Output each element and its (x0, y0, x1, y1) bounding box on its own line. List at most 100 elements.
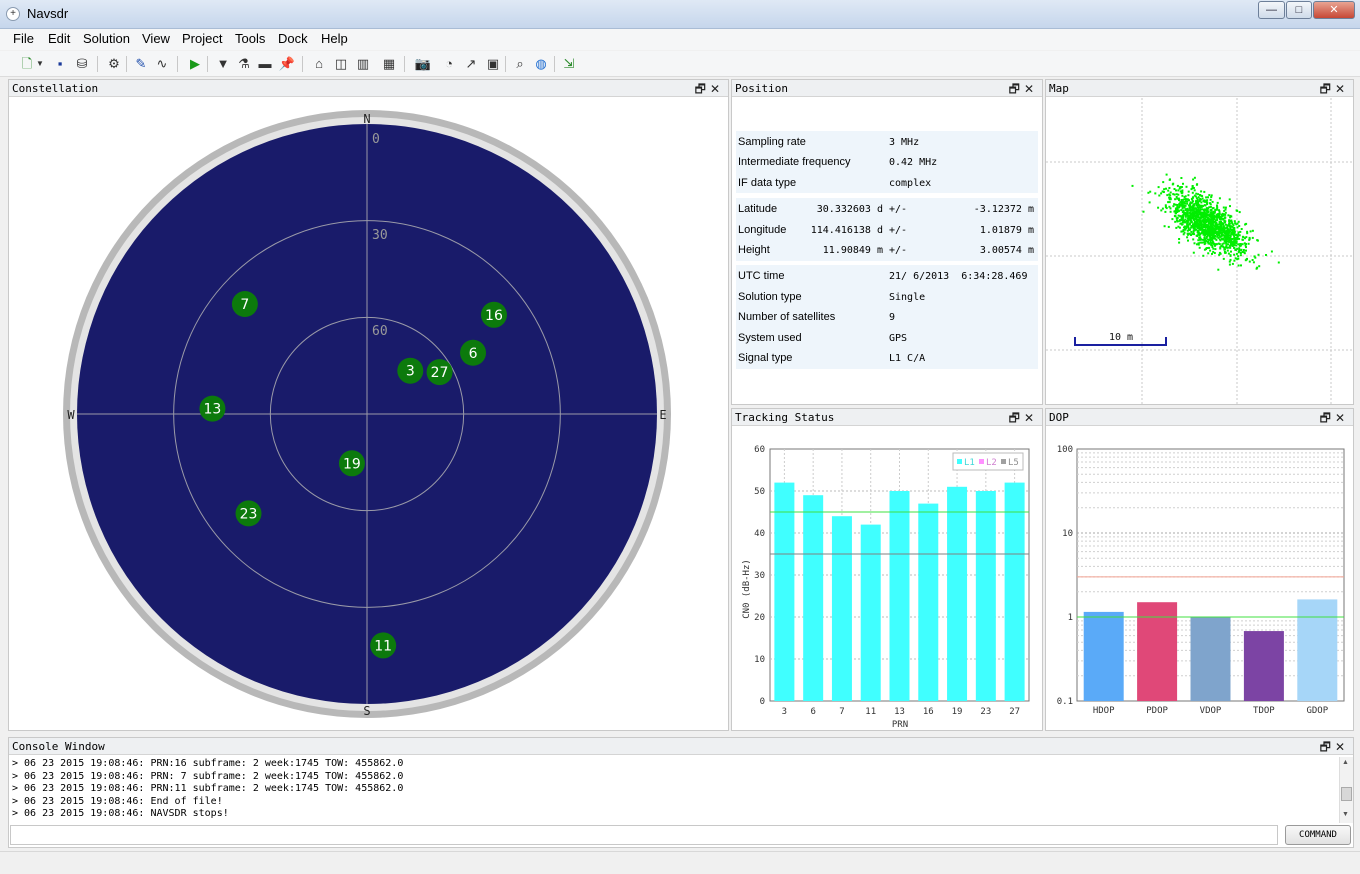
menu-file[interactable]: File (13, 31, 34, 46)
satellite-prn: 11 (374, 638, 392, 654)
flask-icon[interactable]: ⚗ (235, 55, 253, 73)
x-tick-label: 16 (923, 707, 934, 717)
float-icon[interactable]: 🗗 (1009, 82, 1024, 96)
satellite-marker[interactable]: 13 (199, 395, 226, 422)
database-icon[interactable]: ⛁ (73, 55, 91, 73)
scale-label: 10 m (1109, 332, 1133, 343)
satellite-marker[interactable]: 11 (370, 632, 397, 659)
camera-icon[interactable]: 📷 (414, 55, 432, 73)
settings-icon[interactable]: ⚙ (105, 55, 123, 73)
layout-icon[interactable]: ◫ (332, 55, 350, 73)
grid-icon[interactable]: ▦ (380, 55, 398, 73)
close-icon[interactable]: ✕ (1024, 411, 1038, 425)
cn0-bar (774, 482, 795, 701)
satellite-marker[interactable]: 27 (426, 359, 453, 386)
dop-bar (1297, 599, 1338, 701)
home-icon[interactable]: ⌂ (310, 55, 328, 73)
x-tick-label: 23 (980, 707, 991, 717)
search-icon[interactable]: ⌕ (511, 55, 529, 73)
close-icon[interactable]: ✕ (1335, 82, 1349, 96)
float-icon[interactable]: 🗗 (1320, 82, 1335, 96)
panel-title: Map (1049, 82, 1069, 95)
split-icon[interactable]: ▥ (354, 55, 372, 73)
dop-bar (1083, 611, 1124, 701)
console-line: > 06 23 2015 19:08:46: PRN: 7 subframe: … (12, 770, 404, 782)
sky-plot: 7 16 6 27 3 13 19 23 11 N S E W 0 30 60 (63, 110, 671, 718)
cn0-bar (918, 503, 939, 701)
chart-axis-icon[interactable]: ↗ (462, 55, 480, 73)
pin-icon[interactable]: 📌 (278, 55, 296, 73)
export-icon[interactable]: ⇲ (560, 55, 578, 73)
x-tick-label: PDOP (1146, 706, 1168, 716)
close-icon[interactable]: ✕ (1335, 411, 1349, 425)
menu-view[interactable]: View (142, 31, 170, 46)
direction-n: N (363, 112, 370, 126)
table-row: Longitude 114.416138 d +/- 1.01879 m (738, 224, 1034, 236)
direction-e: E (659, 408, 666, 422)
satellite-prn: 27 (431, 365, 449, 381)
dial-icon[interactable]: ◔ (440, 55, 458, 73)
maximize-button[interactable]: □ (1286, 1, 1312, 19)
cn0-bar (803, 495, 824, 701)
table-row: Sampling rate 3 MHz (738, 136, 920, 148)
console-scrollbar[interactable]: ▲ ▼ (1339, 757, 1353, 823)
new-file-icon[interactable]: 🗋 (18, 55, 36, 73)
y-tick-label: 30 (754, 571, 765, 581)
float-icon[interactable]: 🗗 (1320, 740, 1335, 754)
x-axis-label: PRN (892, 720, 908, 730)
satellite-marker[interactable]: 7 (231, 291, 258, 318)
play-icon[interactable]: ▶ (186, 55, 204, 73)
globe-icon[interactable]: ◍ (532, 55, 550, 73)
ruler-icon[interactable]: ▬ (256, 55, 274, 73)
status-bar (0, 851, 1360, 874)
save-icon[interactable]: ▪ (51, 55, 69, 73)
scrollbar-thumb[interactable] (1341, 787, 1352, 801)
minimize-button[interactable]: — (1258, 1, 1285, 19)
close-icon[interactable]: ✕ (710, 82, 724, 96)
map-icon[interactable]: ▣ (484, 55, 502, 73)
close-window-button[interactable]: ✕ (1313, 1, 1355, 19)
window-title: Navsdr (27, 6, 69, 21)
menu-dock[interactable]: Dock (278, 31, 308, 46)
command-input[interactable] (10, 825, 1278, 845)
dop-chart: 0.1 1 10 100 HDOP PDOP VDOP TDOP GDOP (1057, 445, 1345, 716)
satellite-marker[interactable]: 3 (397, 357, 424, 384)
satellite-prn: 13 (204, 402, 222, 418)
console-panel: Console Window 🗗✕ > 06 23 2015 19:08:46:… (8, 737, 1354, 848)
satellite-marker[interactable]: 19 (338, 450, 365, 477)
menu-solution[interactable]: Solution (83, 31, 130, 46)
x-tick-label: 7 (839, 707, 844, 717)
float-icon[interactable]: 🗗 (695, 82, 710, 96)
menu-tools[interactable]: Tools (235, 31, 265, 46)
float-icon[interactable]: 🗗 (1320, 411, 1335, 425)
command-button[interactable]: COMMAND (1285, 825, 1351, 845)
menu-edit[interactable]: Edit (48, 31, 70, 46)
pen-icon[interactable]: ✎ (132, 55, 150, 73)
close-icon[interactable]: ✕ (1335, 740, 1349, 754)
satellite-marker[interactable]: 23 (235, 500, 262, 527)
x-tick-label: 6 (810, 707, 815, 717)
dropdown-icon[interactable]: ▼ (35, 55, 45, 73)
panel-title: Constellation (12, 82, 99, 95)
filter-icon[interactable]: ▼ (214, 55, 232, 73)
satellite-marker[interactable]: 6 (460, 339, 487, 366)
map-panel: Map 🗗✕ 10 m (1045, 79, 1354, 405)
table-row: Signal type L1 C/A (738, 352, 926, 364)
close-icon[interactable]: ✕ (1024, 82, 1038, 96)
cn0-legend: L1 L2 L5 (952, 452, 1024, 471)
x-tick-label: VDOP (1200, 706, 1222, 716)
cn0-bar (860, 524, 881, 701)
menu-help[interactable]: Help (321, 31, 348, 46)
table-row: Latitude 30.332603 d +/- -3.12372 m (738, 203, 1034, 215)
menu-project[interactable]: Project (182, 31, 222, 46)
cn0-bar (947, 486, 968, 701)
wave-icon[interactable]: ∿ (153, 55, 171, 73)
satellite-marker[interactable]: 16 (480, 301, 507, 328)
table-row: Height 11.90849 m +/- 3.00574 m (738, 244, 1034, 256)
elevation-label: 60 (372, 324, 388, 339)
float-icon[interactable]: 🗗 (1009, 411, 1024, 425)
x-tick-label: TDOP (1253, 706, 1275, 716)
dop-bar (1190, 617, 1231, 701)
x-tick-label: 27 (1009, 707, 1020, 717)
elevation-label: 30 (372, 228, 388, 243)
